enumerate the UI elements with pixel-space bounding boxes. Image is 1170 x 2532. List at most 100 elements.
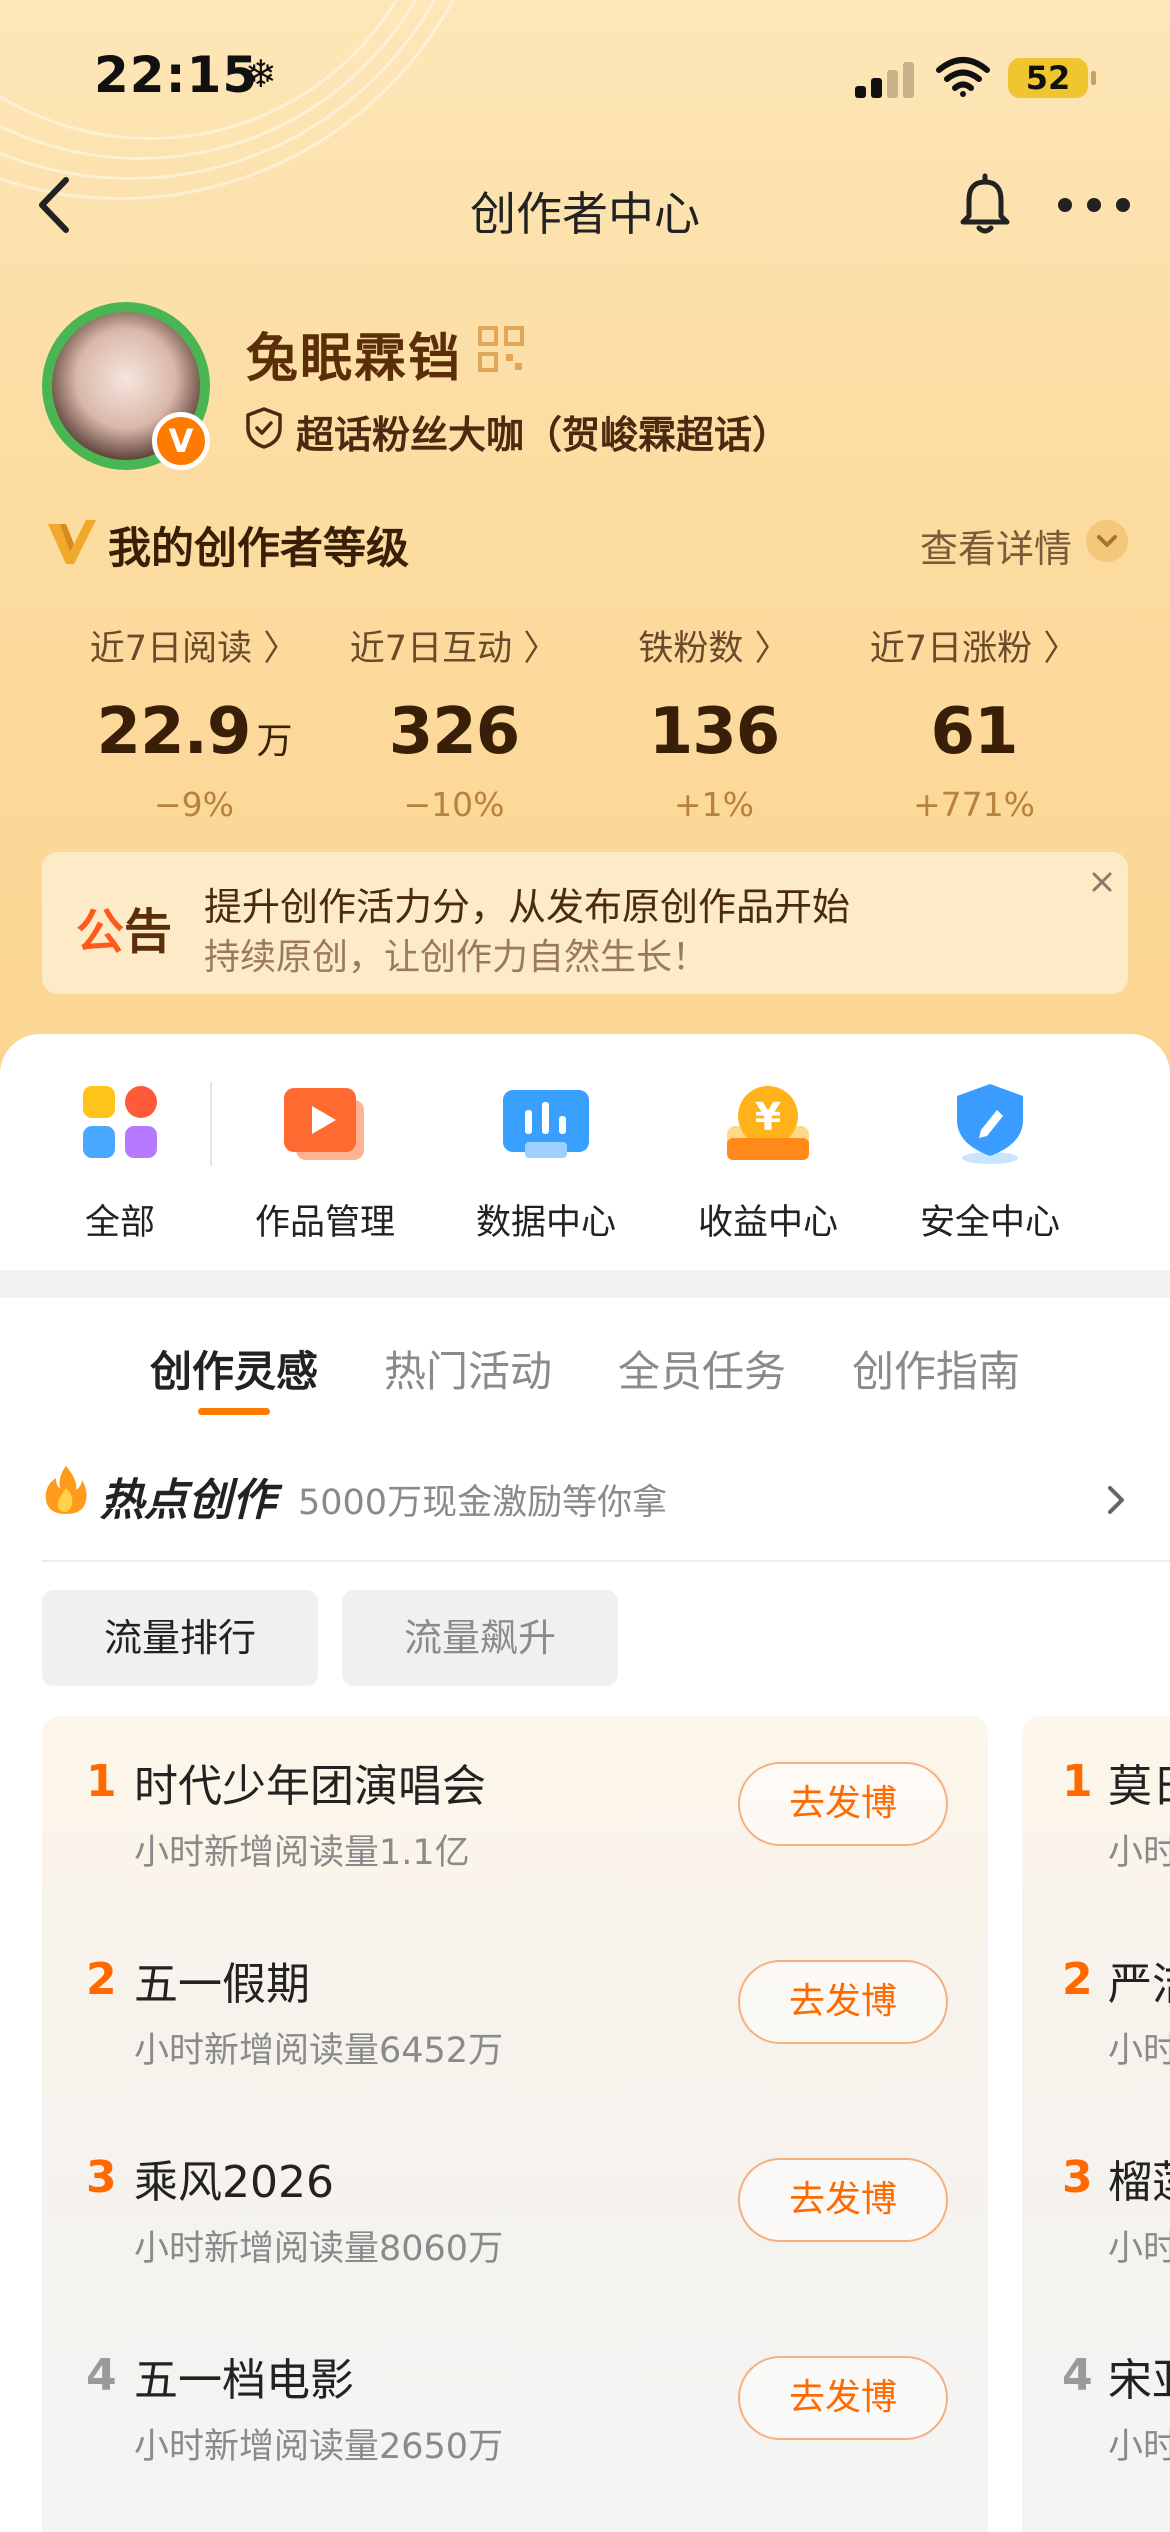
tab-creation-guide[interactable]: 创作指南 [852, 1338, 1020, 1399]
stat-label: 近7日涨粉 〉 [869, 629, 1079, 669]
tool-works-management[interactable]: 作品管理 [225, 1080, 425, 1245]
trending-stat: 小时新增阅读量8060万 [134, 2229, 504, 2269]
stat-interactions[interactable]: 近7日互动 〉 326 −10% [324, 620, 584, 824]
trending-title[interactable]: 榴莲 [1108, 2146, 1170, 2210]
close-icon[interactable] [1082, 862, 1122, 902]
announcement-line2: 持续原创，让创作力自然生长！ [204, 937, 709, 978]
grid-apps-icon [75, 1080, 165, 1166]
tab-creation-inspiration[interactable]: 创作灵感 [150, 1338, 318, 1399]
shield-check-icon [246, 407, 282, 449]
stat-change: +1% [673, 785, 754, 824]
tab-all-member-tasks[interactable]: 全员任务 [618, 1338, 786, 1399]
stat-label: 近7日阅读 〉 [89, 629, 299, 669]
rank-number: 3 [1062, 2152, 1093, 2203]
tab-bar: 创作灵感 热门活动 全员任务 创作指南 [0, 1298, 1170, 1418]
trending-stat: 小时 [1108, 2427, 1170, 2467]
stat-change: +771% [913, 785, 1035, 824]
username: 兔眠霖铛 [246, 329, 463, 389]
tool-label: 数据中心 [475, 1203, 616, 1243]
stat-iron-fans[interactable]: 铁粉数 〉 136 +1% [584, 620, 844, 824]
stat-reads[interactable]: 近7日阅读 〉 22.9 万 −9% [64, 620, 324, 824]
bell-icon[interactable] [955, 172, 1015, 236]
go-post-button[interactable]: 去发博 [738, 1960, 948, 2044]
chevron-right-icon[interactable] [1102, 1482, 1130, 1518]
trending-title: 时代少年团演唱会 [134, 1761, 486, 1812]
trending-title: 五一假期 [134, 1959, 310, 2010]
verified-v-icon: V [152, 412, 210, 470]
fan-badge-text[interactable]: 超话粉丝大咖（贺峻霖超话） [296, 404, 790, 459]
wifi-icon [936, 57, 990, 97]
hot-section-title: 热点创作 [100, 1475, 276, 1526]
creator-level-title: 我的创作者等级 [108, 524, 409, 574]
tool-label: 作品管理 [254, 1203, 395, 1243]
tool-revenue-center[interactable]: ¥ 收益中心 [668, 1080, 868, 1245]
go-post-button[interactable]: 去发博 [738, 2158, 948, 2242]
trending-card: 1 时代少年团演唱会 小时新增阅读量1.1亿 去发博 2 五一假期 小时新增阅读… [42, 1716, 988, 2532]
active-tab-indicator [198, 1408, 270, 1415]
announcement-tag: 公告 [76, 904, 173, 960]
announcement-line1: 提升创作活力分，从发布原创作品开始 [204, 885, 851, 929]
trending-row[interactable]: 2 五一假期 小时新增阅读量6452万 去发博 [42, 1914, 988, 2112]
filter-traffic-ranking[interactable]: 流量排行 [42, 1590, 318, 1686]
hot-section-subtitle: 5000万现金激励等你拿 [298, 1483, 668, 1523]
yuan-coin-icon: ¥ [723, 1080, 813, 1166]
view-details-link[interactable]: 查看详情 [920, 518, 1072, 573]
stat-value: 22.9 万 [96, 695, 293, 769]
cellular-signal-icon [855, 62, 915, 98]
rank-number: 4 [1062, 2350, 1093, 2401]
stat-value: 326 [388, 695, 521, 769]
snowflake-icon: ❄ [245, 52, 277, 96]
trending-card-2-clip: 1 莫日 小时 2 严洁 小时 3 榴莲 小时 4 宋亚 小时 [1022, 1716, 1170, 2532]
stat-value: 61 [930, 695, 1018, 769]
play-video-icon [280, 1080, 370, 1166]
more-options-icon[interactable] [1058, 198, 1130, 212]
trending-row[interactable]: 3 乘风2026 小时新增阅读量8060万 去发博 [42, 2112, 988, 2310]
flame-icon [45, 1466, 87, 1514]
rank-number: 4 [86, 2350, 117, 2401]
trending-stat: 小时新增阅读量1.1亿 [134, 1833, 470, 1873]
trending-row[interactable]: 4 五一档电影 小时新增阅读量2650万 去发博 [42, 2310, 988, 2508]
tab-hot-activities[interactable]: 热门活动 [384, 1338, 552, 1399]
tool-security-center[interactable]: 安全中心 [890, 1080, 1090, 1245]
trending-stat: 小时 [1108, 2229, 1170, 2269]
tool-label: 安全中心 [919, 1203, 1060, 1243]
go-post-button[interactable]: 去发博 [738, 1762, 948, 1846]
go-post-button[interactable]: 去发博 [738, 2356, 948, 2440]
trending-title[interactable]: 严洁 [1108, 1948, 1170, 2012]
rank-number: 2 [86, 1954, 117, 2005]
content-panel: 创作灵感 热门活动 全员任务 创作指南 热点创作 5000万现金激励等你拿 流量… [0, 1298, 1170, 2532]
rank-number: 1 [86, 1756, 117, 1807]
stat-label: 近7日互动 〉 [349, 629, 559, 669]
trending-title[interactable]: 宋亚 [1108, 2344, 1170, 2408]
trending-title: 乘风2026 [134, 2157, 334, 2208]
filter-traffic-surge[interactable]: 流量飙升 [342, 1590, 618, 1686]
status-time: 22:15 [94, 46, 259, 104]
stat-new-fans[interactable]: 近7日涨粉 〉 61 +771% [844, 620, 1104, 824]
divider [210, 1082, 212, 1166]
trending-stat: 小时 [1108, 1833, 1170, 1873]
trending-title[interactable]: 莫日 [1108, 1750, 1170, 1814]
creator-level-v-icon [48, 520, 96, 564]
tool-label: 收益中心 [697, 1203, 838, 1243]
tool-data-center[interactable]: 数据中心 [446, 1080, 646, 1245]
trending-stat: 小时新增阅读量6452万 [134, 2031, 504, 2071]
trending-stat: 小时 [1108, 2031, 1170, 2071]
svg-text:¥: ¥ [755, 1095, 781, 1139]
trending-row[interactable]: 1 时代少年团演唱会 小时新增阅读量1.1亿 去发博 [42, 1716, 988, 1914]
trending-stat: 小时新增阅读量2650万 [134, 2427, 504, 2467]
qr-code-icon[interactable] [478, 326, 524, 372]
rank-number: 1 [1062, 1756, 1093, 1807]
announcement-banner[interactable]: 公告 提升创作活力分，从发布原创作品开始 持续原创，让创作力自然生长！ [42, 852, 1128, 994]
stat-change: −9% [153, 785, 234, 824]
stat-value: 136 [648, 695, 781, 769]
divider [42, 1560, 1170, 1562]
tool-all[interactable]: 全部 [20, 1080, 220, 1245]
rank-number: 3 [86, 2152, 117, 2203]
rank-number: 2 [1062, 1954, 1093, 2005]
tool-label: 全部 [84, 1203, 155, 1243]
stat-change: −10% [403, 785, 505, 824]
chevron-down-icon[interactable] [1086, 520, 1128, 562]
battery-indicator: 52 [1008, 58, 1096, 98]
bar-chart-icon [501, 1080, 591, 1166]
tools-panel: 全部 作品管理 数据中心 ¥ 收益中心 安全中心 [0, 1034, 1170, 1270]
